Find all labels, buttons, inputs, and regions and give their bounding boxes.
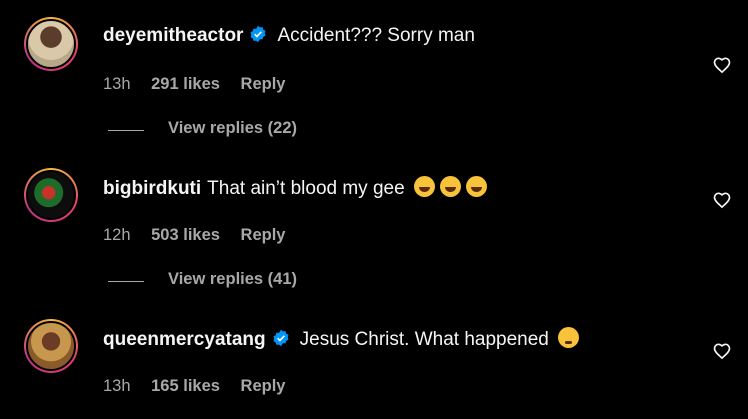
comment-item: queenmercyatang Jesus Christ. What happen…	[0, 319, 748, 419]
comment-time: 12h	[103, 226, 131, 244]
comment-likes[interactable]: 291 likes	[151, 75, 220, 93]
view-replies-label: View replies (22)	[168, 119, 298, 137]
avatar[interactable]	[24, 17, 78, 71]
comment-username[interactable]: deyemitheactor	[103, 25, 243, 46]
replies-divider	[108, 281, 144, 282]
verified-badge-icon	[273, 329, 289, 347]
view-replies-button[interactable]: View replies (41)	[108, 270, 408, 294]
heart-icon[interactable]	[712, 55, 732, 75]
comment-username[interactable]: queenmercyatang	[103, 329, 266, 350]
comment-item: bigbirdkuti That ain’t blood my gee 12h 5…	[0, 168, 748, 268]
face-with-tears-of-joy-icon	[439, 176, 461, 197]
heart-icon[interactable]	[712, 190, 732, 210]
comment-time: 13h	[103, 377, 131, 395]
reply-button[interactable]: Reply	[241, 75, 286, 93]
comment-text: Accident??? Sorry man	[277, 25, 475, 46]
comment-text: Jesus Christ. What happened	[299, 329, 549, 350]
view-replies-button[interactable]: View replies (22)	[108, 119, 408, 143]
comment-item: deyemitheactor Accident??? Sorry man 13h …	[0, 17, 748, 117]
flushed-face-icon	[557, 327, 579, 348]
view-replies-label: View replies (41)	[168, 270, 298, 288]
comment-likes[interactable]: 503 likes	[151, 226, 220, 244]
comment-text: That ain’t blood my gee	[207, 178, 405, 199]
reply-button[interactable]: Reply	[241, 377, 286, 395]
face-with-tears-of-joy-icon	[465, 176, 487, 197]
comment-likes[interactable]: 165 likes	[151, 377, 220, 395]
replies-divider	[108, 130, 144, 131]
reply-button[interactable]: Reply	[241, 226, 286, 244]
comment-username[interactable]: bigbirdkuti	[103, 178, 201, 199]
comment-time: 13h	[103, 75, 131, 93]
verified-badge-icon	[250, 25, 266, 43]
heart-icon[interactable]	[712, 341, 732, 361]
face-with-tears-of-joy-icon	[413, 176, 435, 197]
avatar[interactable]	[24, 168, 78, 222]
avatar[interactable]	[24, 319, 78, 373]
